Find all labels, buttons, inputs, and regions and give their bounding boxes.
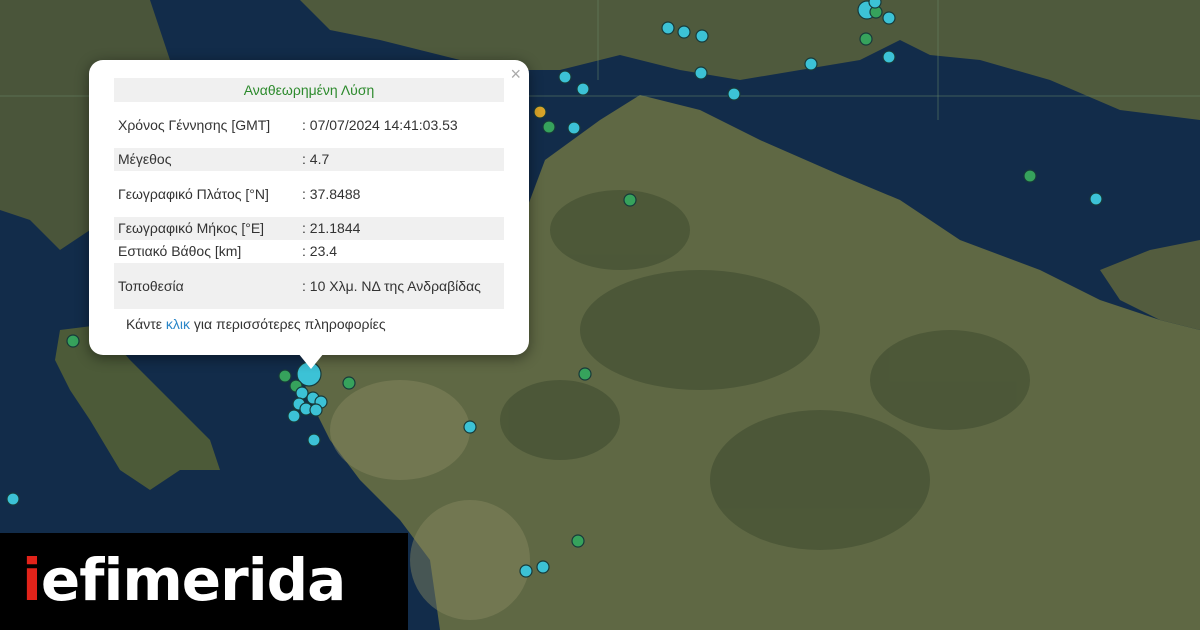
earthquake-marker[interactable] [868,0,882,9]
origin-time-label: Χρόνος Γέννησης [GMT] [118,116,271,133]
earthquake-marker[interactable] [309,403,323,417]
latitude-value: : 37.8488 [302,185,361,202]
popup-title: Αναθεωρημένη Λύση [114,78,504,102]
table-row: Εστιακό Βάθος [km] : 23.4 [114,240,504,263]
earthquake-marker[interactable] [278,369,292,383]
logo-letter-i: i [22,546,42,614]
earthquake-marker[interactable] [536,560,550,574]
earthquake-marker[interactable] [6,492,20,506]
earthquake-marker[interactable] [804,57,818,71]
earthquake-marker[interactable] [578,367,592,381]
earthquake-marker[interactable] [295,386,309,400]
close-icon[interactable]: × [510,64,521,84]
more-info-line: Κάντε κλικ για περισσότερες πληροφορίες [126,316,386,332]
earthquake-marker[interactable] [1023,169,1037,183]
logo-wordmark: iefimerida [22,545,346,615]
iefimerida-logo: iefimerida [0,533,408,630]
earthquake-marker[interactable] [567,121,581,135]
depth-label: Εστιακό Βάθος [km] [118,243,242,259]
table-row: Τοποθεσία : 10 Χλμ. ΝΔ της Ανδραβίδας [114,263,504,309]
more-info-link[interactable]: κλικ [166,316,190,332]
earthquake-marker[interactable] [287,409,301,423]
earthquake-details-table: Χρόνος Γέννησης [GMT] : 07/07/2024 14:41… [114,102,504,309]
latitude-label: Γεωγραφικό Πλάτος [°N] [118,185,269,202]
earthquake-marker[interactable] [558,70,572,84]
earthquake-marker[interactable] [623,193,637,207]
earthquake-marker[interactable] [463,420,477,434]
earthquake-marker[interactable] [859,32,873,46]
earthquake-marker[interactable] [882,50,896,64]
longitude-label: Γεωγραφικό Μήκος [°E] [114,217,298,240]
earthquake-marker[interactable] [695,29,709,43]
earthquake-marker[interactable] [1089,192,1103,206]
earthquake-marker[interactable] [882,11,896,25]
earthquake-marker[interactable] [307,433,321,447]
earthquake-marker[interactable] [571,534,585,548]
earthquake-marker[interactable] [576,82,590,96]
earthquake-info-popup: × Αναθεωρημένη Λύση Χρόνος Γέννησης [GMT… [89,60,529,355]
earthquake-marker[interactable] [677,25,691,39]
origin-time-value: : 07/07/2024 14:41:03.53 [302,116,458,133]
earthquake-marker[interactable] [519,564,533,578]
logo-letters-rest: efimerida [40,546,346,614]
more-info-prefix: Κάντε [126,316,166,332]
earthquake-marker[interactable] [533,105,547,119]
location-value: : 10 Χλμ. ΝΔ της Ανδραβίδας [298,263,504,309]
earthquake-marker[interactable] [661,21,675,35]
earthquake-marker[interactable] [542,120,556,134]
earthquake-marker[interactable] [66,334,80,348]
depth-value: : 23.4 [302,243,338,259]
earthquake-marker[interactable] [694,66,708,80]
location-label: Τοποθεσία [114,263,298,309]
table-row: Χρόνος Γέννησης [GMT] : 07/07/2024 14:41… [114,102,504,148]
table-row: Γεωγραφικό Πλάτος [°N] : 37.8488 [114,171,504,217]
table-row: Μέγεθος : 4.7 [114,148,504,171]
table-row: Γεωγραφικό Μήκος [°E] : 21.1844 [114,217,504,240]
magnitude-value: : 4.7 [298,148,504,171]
longitude-value: : 21.1844 [298,217,504,240]
magnitude-label: Μέγεθος [114,148,298,171]
earthquake-marker[interactable] [727,87,741,101]
more-info-suffix: για περισσότερες πληροφορίες [190,316,386,332]
earthquake-marker[interactable] [342,376,356,390]
popup-pointer [298,353,324,369]
